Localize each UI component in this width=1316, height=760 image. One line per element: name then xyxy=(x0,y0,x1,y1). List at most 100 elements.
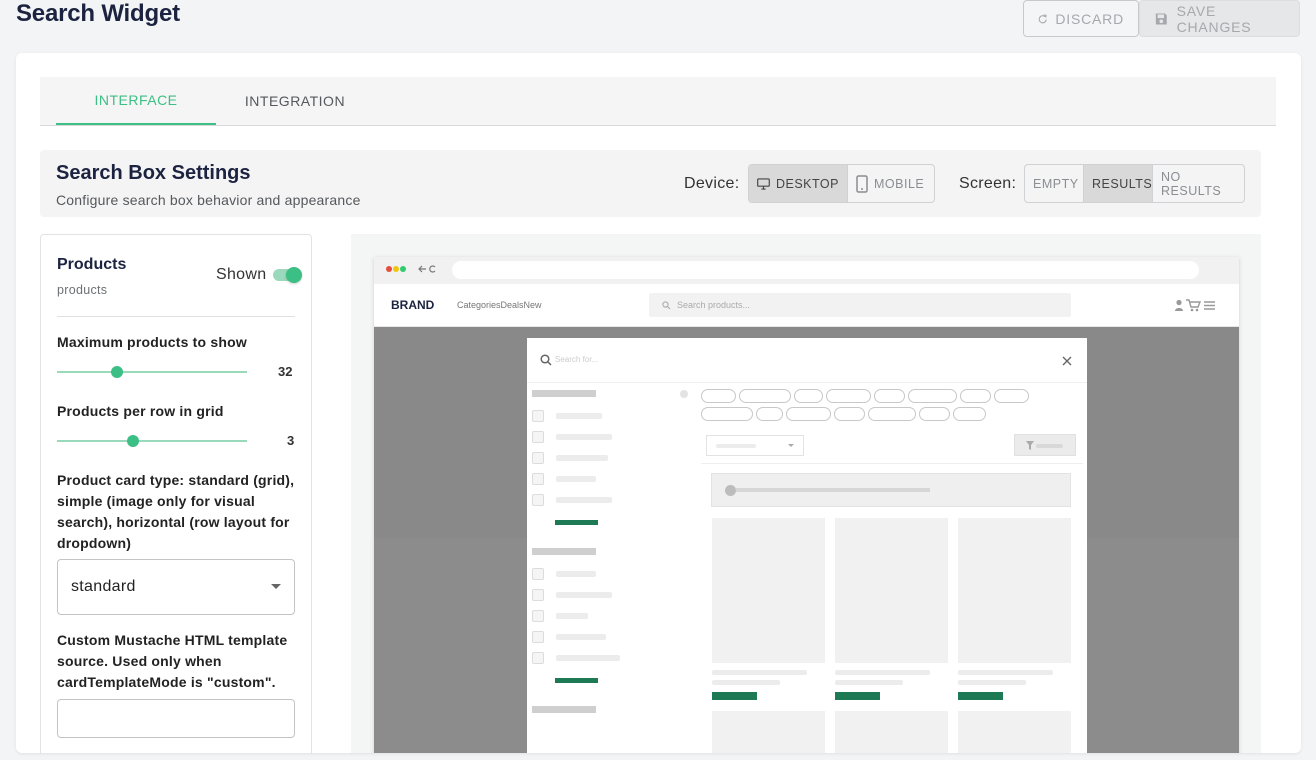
checkbox xyxy=(532,568,544,580)
info-skeleton xyxy=(736,488,930,492)
product-title-skeleton xyxy=(712,670,807,675)
product-price-skeleton xyxy=(712,692,757,700)
checkbox xyxy=(532,431,544,443)
page-title: Search Widget xyxy=(16,0,180,27)
shown-label: Shown xyxy=(216,266,267,283)
screen-results-option[interactable]: RESULTS xyxy=(1084,165,1153,202)
max-products-slider-thumb[interactable] xyxy=(111,366,123,378)
search-icon xyxy=(662,300,671,309)
browser-chrome xyxy=(374,257,1239,284)
filter-pill xyxy=(919,407,950,421)
sort-select xyxy=(706,435,804,456)
filter-pill xyxy=(960,389,991,403)
facet-skeleton xyxy=(556,634,606,640)
checkbox xyxy=(532,652,544,664)
facet-skeleton xyxy=(556,476,596,482)
product-card-image xyxy=(958,711,1071,753)
screen-empty-option[interactable]: EMPTY xyxy=(1025,165,1084,202)
chevron-down-icon xyxy=(788,444,794,447)
per-row-label: Products per row in grid xyxy=(57,403,224,419)
facet-skeleton xyxy=(556,655,620,661)
browser-mockup: BRAND CategoriesDealsNew Search products… xyxy=(374,257,1239,753)
phone-icon xyxy=(856,174,868,193)
max-products-slider-track xyxy=(57,371,247,373)
per-row-slider-track xyxy=(57,440,247,442)
filter-pill xyxy=(834,407,865,421)
product-title-skeleton xyxy=(958,680,1026,685)
facet-skeleton xyxy=(556,413,602,419)
product-title-skeleton xyxy=(835,670,930,675)
product-card-image xyxy=(958,518,1071,663)
per-row-value: 3 xyxy=(287,433,295,448)
filter-pill xyxy=(874,389,905,403)
filter-pill xyxy=(908,389,957,403)
checkbox xyxy=(532,610,544,622)
facet-heading xyxy=(532,548,596,555)
facet-checkboxes xyxy=(532,568,544,664)
tab-integration[interactable]: INTEGRATION xyxy=(216,77,374,125)
save-icon xyxy=(1155,13,1167,24)
refresh-icon xyxy=(1038,14,1047,23)
shown-toggle[interactable] xyxy=(273,267,302,283)
product-card-image xyxy=(835,518,948,663)
screen-no-results-option[interactable]: NO RESULTS xyxy=(1153,165,1244,202)
facet-skeleton xyxy=(556,434,612,440)
site-search-box: Search products... xyxy=(649,293,1071,317)
product-title-skeleton xyxy=(712,680,780,685)
filter-pill xyxy=(868,407,916,421)
nav-back-icon xyxy=(418,265,436,273)
device-desktop-option[interactable]: DESKTOP xyxy=(749,165,848,202)
filter-pill xyxy=(701,389,736,403)
checkbox xyxy=(532,452,544,464)
facet-skeleton xyxy=(556,455,608,461)
facet-show-more xyxy=(555,520,598,525)
filter-pill xyxy=(994,389,1029,403)
facet-show-more xyxy=(555,678,598,683)
site-search-placeholder: Search products... xyxy=(677,300,751,310)
tab-interface[interactable]: INTERFACE xyxy=(56,77,216,125)
filter-icon xyxy=(1026,441,1034,450)
window-close-dot xyxy=(386,266,392,272)
facet-checkboxes xyxy=(532,410,544,506)
filter-pill xyxy=(786,407,831,421)
product-title-skeleton xyxy=(958,670,1053,675)
discard-button[interactable]: DISCARD xyxy=(1023,0,1139,37)
card-type-select[interactable]: standard xyxy=(57,559,295,615)
filter-skeleton xyxy=(1036,444,1063,448)
card-type-label: Product card type: standard (grid), simp… xyxy=(57,472,295,551)
dropdown-arrow-icon xyxy=(271,584,281,589)
desktop-label: DESKTOP xyxy=(775,176,839,191)
product-price-skeleton xyxy=(958,692,1003,700)
facet-heading xyxy=(532,706,596,713)
max-products-label: Maximum products to show xyxy=(57,334,247,350)
template-input[interactable] xyxy=(57,699,295,738)
products-settings-panel: Products products Shown Maximum products… xyxy=(40,234,312,753)
window-maximize-dot xyxy=(400,266,406,272)
filter-pill xyxy=(953,407,986,421)
device-mobile-option[interactable]: MOBILE xyxy=(848,165,934,202)
preview-area: BRAND CategoriesDealsNew Search products… xyxy=(351,234,1261,753)
checkbox xyxy=(532,410,544,422)
site-nav-links: CategoriesDealsNew xyxy=(457,300,542,310)
filter-button xyxy=(1014,434,1076,456)
save-changes-button[interactable]: SAVE CHANGES xyxy=(1139,0,1300,37)
checkbox xyxy=(532,589,544,601)
facet-toggle xyxy=(680,390,688,398)
site-brand: BRAND xyxy=(391,298,435,312)
per-row-slider-thumb[interactable] xyxy=(127,435,139,447)
facet-skeleton xyxy=(556,592,612,598)
info-banner xyxy=(711,473,1071,507)
settings-header: Search Box Settings Configure search box… xyxy=(40,150,1261,217)
filter-pills xyxy=(701,389,1083,425)
filter-pill xyxy=(756,407,783,421)
facet-skeleton xyxy=(556,497,612,503)
divider xyxy=(57,316,295,317)
filter-pill xyxy=(739,389,791,403)
window-minimize-dot xyxy=(393,266,399,272)
discard-label: DISCARD xyxy=(1055,10,1124,27)
max-products-value: 32 xyxy=(278,364,293,379)
checkbox xyxy=(532,473,544,485)
facet-skeleton xyxy=(556,571,596,577)
site-header: BRAND CategoriesDealsNew Search products… xyxy=(374,284,1239,327)
product-card-image xyxy=(835,711,948,753)
